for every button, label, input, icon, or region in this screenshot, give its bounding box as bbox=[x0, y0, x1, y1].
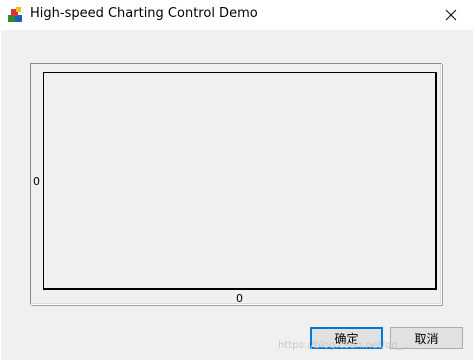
window-title: High-speed Charting Control Demo bbox=[30, 6, 258, 21]
x-axis-label: 0 bbox=[236, 292, 243, 305]
watermark: https://blog.csdn.net/qq_... bbox=[278, 340, 413, 351]
app-icon bbox=[7, 7, 24, 23]
close-button[interactable] bbox=[428, 0, 474, 30]
close-icon bbox=[445, 6, 457, 25]
y-axis-label: 0 bbox=[33, 175, 40, 188]
plot-area[interactable] bbox=[43, 72, 437, 290]
title-bar[interactable]: High-speed Charting Control Demo bbox=[0, 0, 474, 30]
dialog-window: High-speed Charting Control Demo 0 0 确定 … bbox=[0, 0, 474, 361]
